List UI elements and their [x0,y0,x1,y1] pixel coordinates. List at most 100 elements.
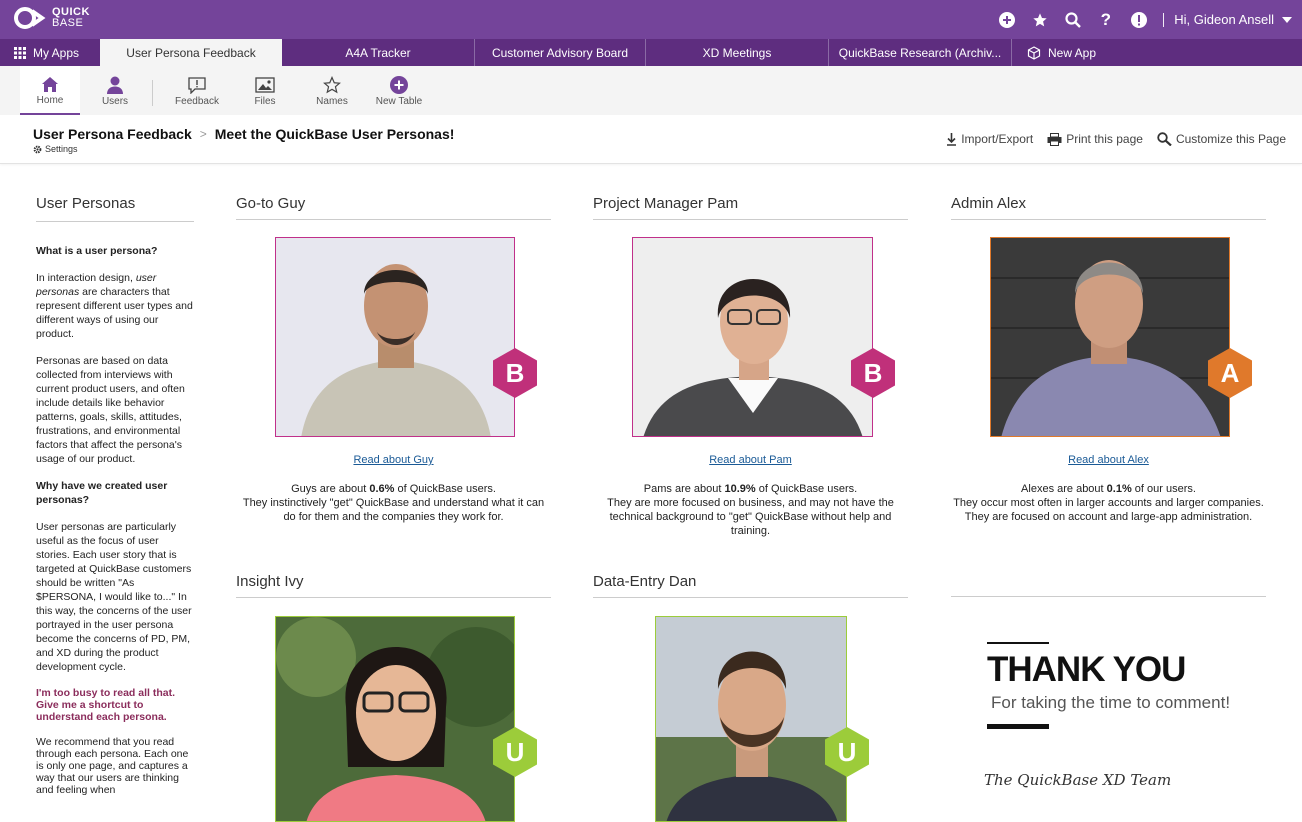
sidebar-paragraph-2: Personas are based on data collected fro… [36,355,185,465]
tab-user-persona-feedback[interactable]: User Persona Feedback [100,39,282,66]
tab-label: My Apps [33,45,80,60]
persona-card-dan: Data-Entry Dan [593,573,908,598]
persona-badge-dan: U [822,727,872,777]
star-outline-icon [323,74,341,96]
quickbase-logo[interactable]: QUICK BASE [14,5,90,31]
tab-label: XD Meetings [702,45,772,60]
persona-title: Project Manager Pam [593,195,908,220]
read-about-guy-link[interactable]: Read about Guy [236,454,551,466]
breadcrumb-app[interactable]: User Persona Feedback [33,126,192,142]
persona-photo-guy[interactable] [275,237,515,437]
tab-label: New App [1048,45,1097,60]
breadcrumb: User Persona Feedback > Meet the QuickBa… [33,126,454,142]
action-label: Print this page [1066,132,1143,146]
import-export-icon [947,133,957,146]
toolbar-new-table[interactable]: New Table [368,66,430,115]
image-icon [255,74,275,96]
tab-label: A4A Tracker [345,45,411,60]
table-toolbar: Home Users Feedback Files Names New Tabl… [0,66,1302,115]
tab-new-app[interactable]: New App [1012,39,1112,66]
toolbar-label: Names [316,96,348,107]
persona-badge-alex: A [1205,348,1255,398]
page-actions: Import/Export Print this page Customize … [946,132,1286,146]
star-icon[interactable] [1023,0,1056,39]
search-icon[interactable] [1056,0,1089,39]
toolbar-label: Home [36,95,64,106]
sidebar-paragraph-4: We recommend that you read through each … [36,736,189,796]
persona-description-guy: Guys are about 0.6% of QuickBase users. … [242,483,545,523]
tab-customer-advisory-board[interactable]: Customer Advisory Board [475,39,646,66]
top-separator [1163,12,1165,27]
toolbar-files[interactable]: Files [235,66,295,115]
tab-label: QuickBase Research (Archiv... [838,45,1002,60]
page-header: User Persona Feedback > Meet the QuickBa… [0,115,1302,164]
tab-quickbase-research[interactable]: QuickBase Research (Archiv... [829,39,1012,66]
import-export-button[interactable]: Import/Export [946,132,1033,146]
top-icons: ? Hi, Gideon Ansell [990,0,1292,39]
quickbase-logo-icon [14,7,46,29]
grid-icon [14,46,26,59]
customize-page-button[interactable]: Customize this Page [1157,132,1286,146]
logo-text: QUICK BASE [52,7,90,29]
persona-photo-ivy[interactable] [275,616,515,822]
logo-line2: BASE [52,17,84,29]
thank-you-panel: THANK YOU For taking the time to comment… [951,596,1266,789]
persona-badge-pam: B [848,348,898,398]
toolbar-label: Files [254,96,276,107]
personas-sidebar: User Personas What is a user persona? In… [36,164,194,822]
sidebar-shortcut-note: I'm too busy to read all that. Give me a… [36,687,176,723]
persona-badge-ivy: U [490,727,540,777]
thank-you-rule-top [987,642,1049,644]
toolbar-users[interactable]: Users [85,66,145,115]
tab-xd-meetings[interactable]: XD Meetings [646,39,829,66]
user-greeting: Hi, Gideon Ansell [1174,12,1274,27]
toolbar-feedback[interactable]: Feedback [166,66,228,115]
tab-a4a-tracker[interactable]: A4A Tracker [282,39,475,66]
print-page-button[interactable]: Print this page [1047,132,1143,146]
thank-you-signature: The QuickBase XD Team [984,771,1172,789]
caret-down-icon [1282,16,1292,23]
tab-label: Customer Advisory Board [491,45,629,60]
plus-circle-icon[interactable] [990,0,1023,39]
sidebar-question-1: What is a user persona? [36,245,158,257]
user-menu[interactable]: Hi, Gideon Ansell [1174,12,1292,27]
persona-title: Admin Alex [951,195,1266,220]
persona-card-alex: Admin Alex [951,195,1266,220]
persona-photo-dan[interactable] [655,616,847,822]
persona-photo-alex[interactable] [990,237,1230,437]
thank-you-heading: THANK YOU [987,650,1186,689]
page-title: Meet the QuickBase User Personas! [214,126,455,142]
top-bar: QUICK BASE ? Hi, Gideon Ansell [0,0,1302,39]
sidebar-body: What is a user persona? In interaction d… [36,244,194,796]
persona-title: Data-Entry Dan [593,573,908,598]
read-about-alex-link[interactable]: Read about Alex [951,454,1266,466]
sidebar-question-2: Why have we created user personas? [36,480,168,506]
breadcrumb-chevron-icon: > [199,127,207,141]
toolbar-names[interactable]: Names [302,66,362,115]
persona-photo-pam[interactable] [632,237,873,437]
help-icon[interactable]: ? [1089,0,1122,39]
toolbar-separator [152,80,153,106]
persona-description-pam: Pams are about 10.9% of QuickBase users.… [607,483,894,537]
sidebar-title: User Personas [36,195,194,222]
home-icon [41,73,59,95]
persona-card-ivy: Insight Ivy [236,573,551,598]
toolbar-label: Feedback [175,96,219,107]
toolbar-label: Users [101,96,129,107]
settings-label: Settings [45,144,78,154]
alert-icon[interactable] [1122,0,1155,39]
feedback-icon [188,74,206,96]
thank-you-rule-bottom [987,724,1049,729]
user-icon [107,74,123,96]
read-about-pam-link[interactable]: Read about Pam [593,454,908,466]
persona-card-guy: Go-to Guy [236,195,551,220]
sidebar-paragraph-1: In interaction design, user personas are… [36,272,193,340]
cube-icon [1027,45,1041,60]
tab-my-apps[interactable]: My Apps [0,39,100,66]
toolbar-label: New Table [375,96,423,107]
sidebar-paragraph-3: User personas are particularly useful as… [36,521,192,673]
thank-you-subtext: For taking the time to comment! [991,693,1231,712]
tab-label: User Persona Feedback [126,45,256,60]
settings-link[interactable]: Settings [33,144,78,154]
toolbar-home[interactable]: Home [20,66,80,115]
